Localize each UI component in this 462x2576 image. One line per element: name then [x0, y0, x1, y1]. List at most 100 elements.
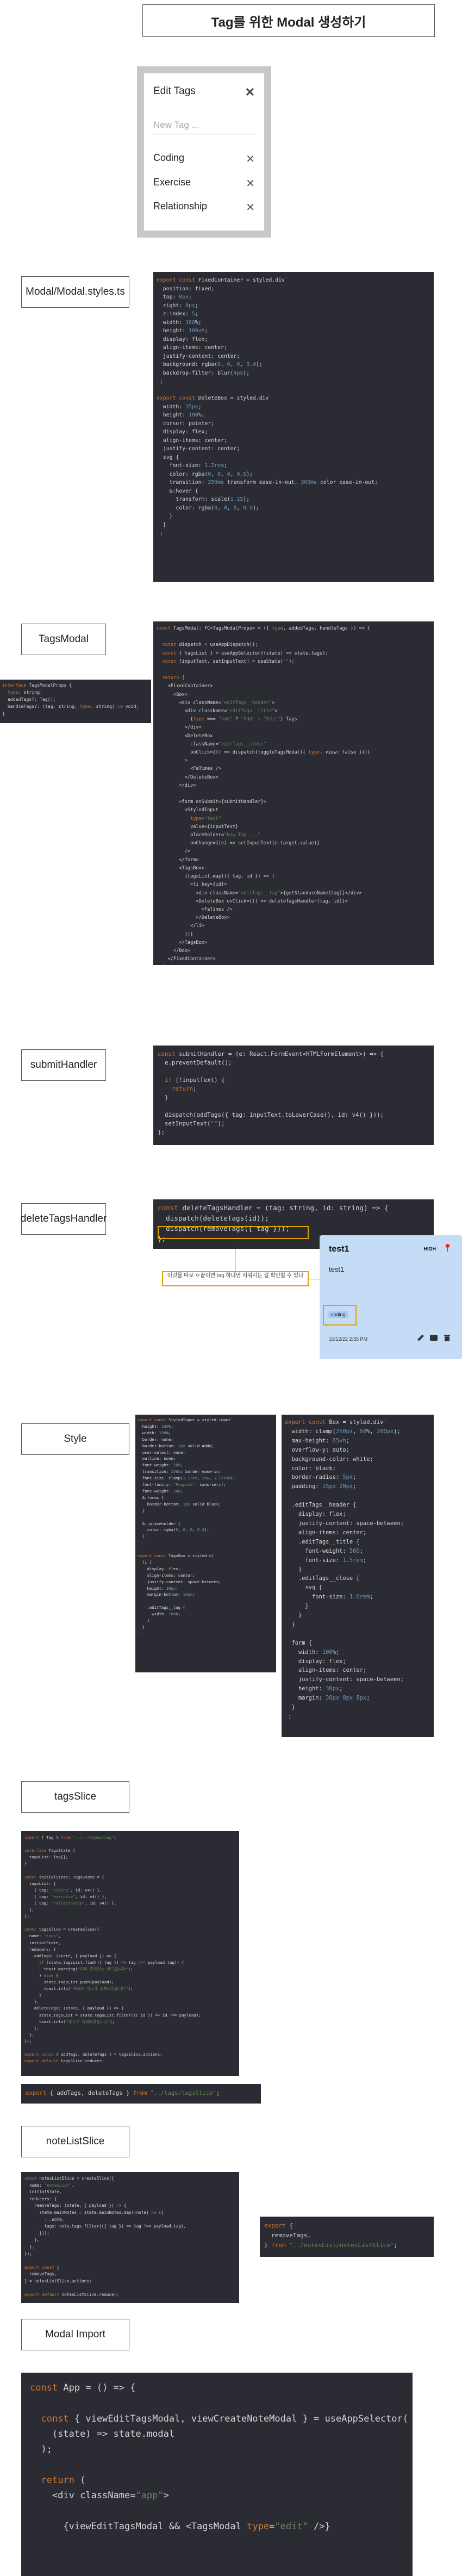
- code-line: return (: [162, 675, 185, 681]
- code-line: color: black;: [285, 1465, 336, 1472]
- code-line: right: 0px;: [157, 302, 198, 309]
- code-line: dispatch(addTags({ tag: inputText.toLowe…: [158, 1111, 384, 1118]
- code-line: tagsList: [: [24, 1881, 56, 1886]
- code-line: handleTags?: (tag: string, type: string)…: [2, 704, 139, 709]
- code-line: align-items: center;: [157, 437, 227, 444]
- code-line: export const {: [24, 2264, 60, 2270]
- code-line: };: [24, 1914, 29, 1919]
- code-line: font-weight: 500;: [138, 1463, 183, 1468]
- close-icon[interactable]: ✕: [245, 85, 255, 99]
- code-line: },: [24, 2244, 35, 2249]
- code-line: `;: [157, 530, 163, 536]
- code-line: <TagsBox>: [157, 865, 204, 871]
- code-line: }: [158, 1094, 168, 1101]
- code-line: if (state.tagsList.find(({ tag }) => tag…: [39, 1959, 184, 1965]
- edit-icon[interactable]: [417, 1334, 424, 1341]
- section-label-modal-styles: Modal/Modal.styles.ts: [21, 276, 129, 308]
- code-line: e.preventDefault();: [158, 1059, 232, 1066]
- code-line: deleteTags: (state, { payload }) => {: [24, 2006, 124, 2011]
- code-line: const [inputText, setInputText] = useSta…: [162, 658, 295, 664]
- code-line: height: 30px;: [285, 1685, 343, 1693]
- code-line: } from "../notesList/notesListSlice";: [264, 2242, 398, 2249]
- note-tag[interactable]: coding: [328, 1311, 348, 1318]
- code-line: } = notesListSlice.actions;: [24, 2278, 92, 2283]
- code-line: justify-content: center;: [157, 353, 240, 359]
- code-line: background-color: white;: [285, 1455, 373, 1463]
- code-line: return (: [41, 2474, 86, 2486]
- code-line: state.tagsList = state.tagsList.filter((…: [24, 2012, 201, 2018]
- code-line: const submitHandler = (e: React.FormEven…: [158, 1050, 384, 1057]
- code-line: font-size: 1.2rem;: [157, 463, 227, 469]
- code-line: display: flex;: [285, 1511, 346, 1518]
- archive-icon[interactable]: [430, 1335, 438, 1341]
- code-line: user-select: none;: [138, 1449, 185, 1455]
- code-line: } else {: [24, 1973, 59, 1978]
- code-line: export const TagsBox = styled.ul`: [138, 1553, 217, 1559]
- priority-badge: HIGH: [423, 1246, 436, 1252]
- code-line: const TagsModal: FC<TagsModalProps> = ({…: [157, 626, 371, 631]
- code-line: placeholder="New Tag ...": [157, 832, 261, 838]
- code-line: addedTags?: Tag[];: [2, 696, 56, 702]
- code-line: overflow-y: auto;: [285, 1446, 349, 1453]
- delete-tag-icon[interactable]: ✕: [246, 152, 255, 166]
- code-line: const App = () => {: [30, 2382, 136, 2393]
- code-line: );: [157, 963, 430, 965]
- tag-label: Relationship: [153, 201, 208, 211]
- trash-icon[interactable]: [444, 1335, 450, 1341]
- modal-title: Edit Tags: [153, 85, 196, 97]
- modal-preview: Edit Tags ✕ New Tag ... Coding ✕ Exercis…: [144, 73, 264, 231]
- code-line: transition: 150ms border ease-in;: [138, 1469, 221, 1474]
- code-line: </Box>: [157, 948, 191, 954]
- code-line: state.mainNotes = state.mainNotes.map((n…: [24, 2210, 164, 2215]
- code-line: if (!inputText) {: [165, 1077, 225, 1084]
- code-line: const notesListSlice = createSlice({: [24, 2176, 114, 2181]
- code-line: width: 100%;: [157, 319, 202, 326]
- code-line: border: none;: [138, 1436, 173, 1442]
- code-line: toast.info("태그가 삭제되었습니다");: [24, 2019, 115, 2024]
- code-line: onChange={(e) => setInputText(e.target.v…: [157, 841, 320, 847]
- code-line: color: rgba(0, 0, 0, 0.4);: [138, 1527, 209, 1533]
- code-line: {viewEditTagsModal && <TagsModal type="e…: [30, 2521, 330, 2532]
- code-line: color: rgba(0, 0, 0, 0.9);: [157, 505, 259, 511]
- code-block-submit: const submitHandler = (e: React.FormEven…: [153, 1046, 434, 1145]
- code-line: `;: [157, 378, 163, 384]
- code-line: }: [285, 1704, 295, 1711]
- code-line: const { viewEditTagsModal, viewCreateNot…: [41, 2413, 408, 2424]
- code-line: ))}: [157, 931, 193, 937]
- code-line: <form onSubmit={submitHandler}>: [157, 799, 266, 805]
- code-line: <div className="app">: [30, 2490, 169, 2502]
- code-line: removeTags,: [24, 2272, 57, 2277]
- code-line: </FixedContainer>: [157, 956, 216, 962]
- note-card[interactable]: test1 HIGH test1 coding 10/12/22 2:35 PM: [320, 1235, 462, 1359]
- code-line: },: [24, 2032, 34, 2037]
- code-line: &:focus {: [138, 1495, 164, 1500]
- code-line: <DeleteBox onClick={() => deleteTagsHand…: [157, 898, 348, 904]
- code-block-note-export: export { removeTags,} from "../notesList…: [260, 2217, 434, 2257]
- code-line: align-items: center;: [157, 345, 227, 351]
- code-line: setInputText("");: [158, 1120, 225, 1127]
- code-line: <DeleteBox: [157, 733, 213, 739]
- delete-tag-icon[interactable]: ✕: [246, 177, 255, 190]
- code-line: svg {: [157, 454, 179, 461]
- code-line: <div className="editTags__title">: [157, 708, 278, 714]
- code-line: transform: scale(1.15);: [157, 496, 250, 502]
- code-line: tagsList: Tag[];: [24, 1855, 68, 1860]
- code-block-tags-slice: import { Tag } from "../../types/tag"; i…: [21, 1831, 239, 2076]
- code-line: align-items: center;: [285, 1529, 367, 1536]
- pin-icon[interactable]: [445, 1244, 450, 1252]
- code-line: {type === "add" ? "Add" : "Edit"} Tags: [157, 717, 297, 723]
- code-line: display: flex;: [285, 1658, 346, 1665]
- delete-tag-icon[interactable]: ✕: [246, 201, 255, 214]
- new-tag-input[interactable]: New Tag ...: [153, 120, 255, 134]
- code-line: .editTags__close {: [285, 1575, 360, 1582]
- code-block-tags-export: export { addTags, deleteTags } from "../…: [21, 2084, 261, 2104]
- code-line: export const FixedContainer = styled.div…: [157, 277, 288, 283]
